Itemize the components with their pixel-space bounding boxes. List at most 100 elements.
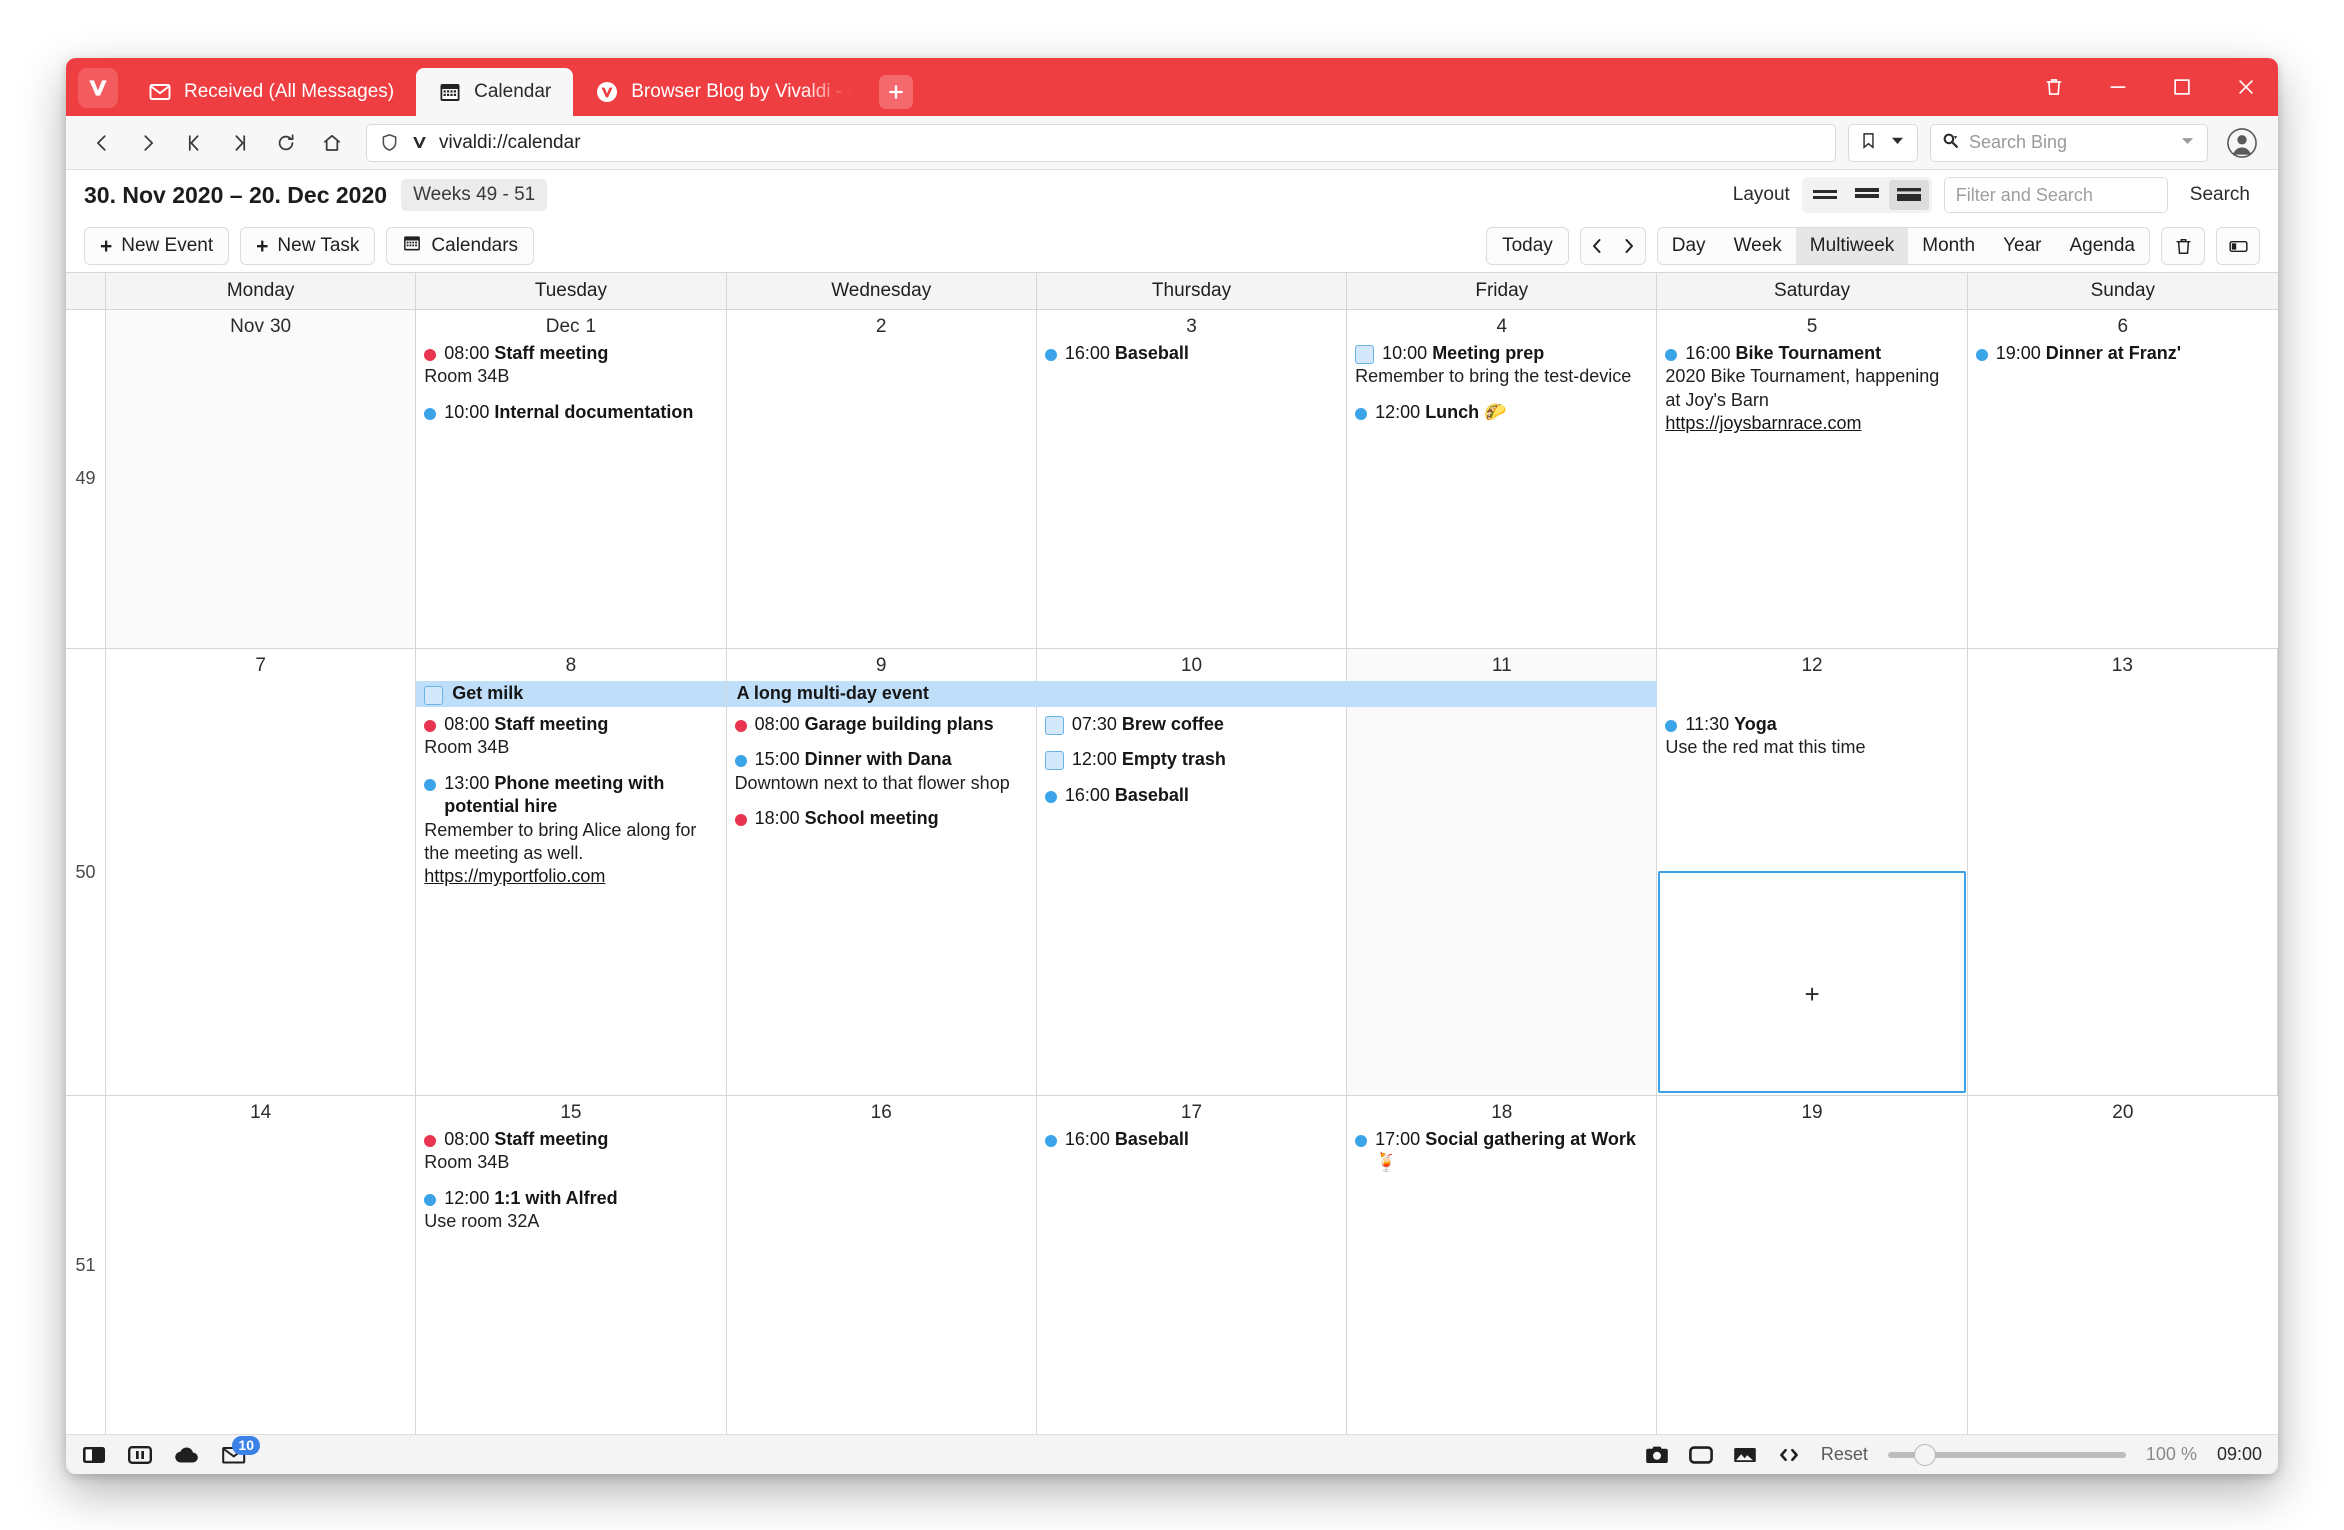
next-icon[interactable] (1613, 228, 1645, 264)
calendars-button[interactable]: Calendars (386, 227, 535, 265)
view-week[interactable]: Week (1720, 228, 1796, 264)
multi-day-event-bar[interactable]: A long multi-day event (726, 680, 1658, 707)
day-cell[interactable]: 3 16:00 Baseball (1036, 310, 1348, 648)
search-button[interactable]: Search (2180, 184, 2260, 206)
today-button[interactable]: Today (1486, 227, 1569, 265)
filter-search-input[interactable]: Filter and Search (1943, 177, 2168, 213)
event-item[interactable]: 16:00 Baseball (1037, 1128, 1346, 1151)
task-checkbox-icon[interactable] (424, 685, 444, 705)
day-cell[interactable]: 15 08:00 Staff meeting Room 34B 12:00 1:1 w… (416, 1096, 727, 1434)
chevron-down-icon[interactable] (1888, 131, 1907, 155)
image-toggle-icon[interactable] (1733, 1445, 1757, 1465)
maximize-icon[interactable] (2150, 58, 2214, 116)
back-icon[interactable] (80, 123, 124, 163)
delete-button[interactable] (2161, 227, 2205, 265)
day-cell[interactable]: 16 (726, 1096, 1037, 1434)
day-cell[interactable]: Nov 30 (106, 310, 417, 648)
task-item[interactable]: 10:00 Meeting prep Remember to bring the … (1347, 342, 1656, 389)
developer-tools-icon[interactable] (1777, 1446, 1801, 1464)
event-item[interactable]: 13:00 Phone meeting with potential hire R… (416, 772, 725, 889)
tab-browser-blog[interactable]: Browser Blog by Vivaldi - N (573, 68, 873, 116)
tiling-icon[interactable] (128, 1445, 152, 1465)
event-item[interactable]: 11:30 Yoga Use the red mat this time (1657, 713, 1966, 760)
bookmark-icon[interactable] (1859, 131, 1878, 155)
task-item[interactable]: 12:00 Empty trash (1037, 748, 1346, 771)
profile-avatar-icon[interactable] (2220, 121, 2264, 165)
view-month[interactable]: Month (1908, 228, 1989, 264)
search-input[interactable]: Search Bing (1930, 123, 2208, 162)
layout-medium-button[interactable] (1847, 180, 1887, 210)
day-cell[interactable]: 18 17:00 Social gathering at Work 🍹 (1347, 1096, 1658, 1434)
day-cell[interactable]: 7 (106, 648, 417, 1096)
tab-calendar[interactable]: Calendar (416, 68, 574, 116)
view-year[interactable]: Year (1989, 228, 2055, 264)
day-cell[interactable]: 12 11:30 Yoga Use the red mat this time + (1657, 648, 1968, 1096)
sync-cloud-icon[interactable] (174, 1446, 200, 1464)
page-actions-icon[interactable] (1688, 1445, 1713, 1465)
task-checkbox-icon[interactable] (1044, 751, 1064, 771)
day-cell[interactable]: 2 (726, 310, 1037, 648)
prev-icon[interactable] (1581, 228, 1613, 264)
task-checkbox-icon[interactable] (1044, 715, 1064, 735)
add-event-plus-icon[interactable]: + (1657, 981, 1966, 1007)
minimize-icon[interactable] (2086, 58, 2150, 116)
event-link[interactable]: https://myportfolio.com (424, 865, 717, 888)
day-cell[interactable]: 11 (1347, 648, 1658, 1096)
task-checkbox-icon[interactable] (1355, 345, 1375, 364)
day-cell[interactable]: 4 10:00 Meeting prep Remember to bring the… (1347, 310, 1658, 648)
rewind-icon[interactable] (172, 123, 216, 163)
event-item[interactable]: 15:00 Dinner with Dana Downtown next to t… (727, 748, 1036, 795)
reload-icon[interactable] (264, 123, 308, 163)
day-cell[interactable]: 6 19:00 Dinner at Franz' (1967, 310, 2278, 648)
zoom-reset-label[interactable]: Reset (1821, 1444, 1868, 1465)
panel-toggle-icon[interactable] (82, 1445, 106, 1465)
day-cell[interactable]: 17 16:00 Baseball (1036, 1096, 1348, 1434)
event-item[interactable]: 19:00 Dinner at Franz' (1968, 342, 2278, 365)
day-cell[interactable]: 8 Get milk 08:00 Staff meeting Room 34B 13:0… (416, 648, 727, 1096)
zoom-slider[interactable] (1887, 1443, 2126, 1466)
day-cell[interactable]: 14 (106, 1096, 417, 1434)
fastforward-icon[interactable] (218, 123, 262, 163)
event-item[interactable]: 18:00 School meeting (727, 807, 1036, 830)
layout-full-button[interactable] (1888, 180, 1929, 210)
event-item[interactable]: 16:00 Bike Tournament 2020 Bike Tournamen… (1657, 342, 1966, 436)
day-cell[interactable]: 19 (1657, 1096, 1968, 1434)
event-link[interactable]: https://joysbarnrace.com (1665, 412, 1958, 435)
view-day[interactable]: Day (1658, 228, 1720, 264)
mail-icon[interactable]: 10 (222, 1435, 260, 1465)
event-item[interactable]: 16:00 Baseball (1037, 784, 1346, 807)
url-field[interactable]: vivaldi://calendar (366, 123, 1836, 162)
day-cell[interactable]: Dec 1 08:00 Staff meeting Room 34B 10:00 Int… (416, 310, 727, 648)
task-item[interactable]: 07:30 Brew coffee (1037, 713, 1346, 736)
chevron-down-icon[interactable] (2178, 131, 2197, 155)
layout-compact-button[interactable] (1805, 180, 1845, 210)
new-task-button[interactable]: + New Task (240, 227, 376, 265)
view-multiweek[interactable]: Multiweek (1795, 228, 1909, 264)
tab-received-all-messages[interactable]: Received (All Messages) (126, 68, 416, 116)
day-cell[interactable]: 10 07:30 Brew coffee 12:00 Empty trash 16:0… (1036, 648, 1348, 1096)
zoom-slider-handle[interactable] (1913, 1443, 1936, 1466)
home-icon[interactable] (310, 123, 354, 163)
search-icon[interactable] (1941, 131, 1960, 155)
close-icon[interactable] (2214, 58, 2278, 116)
panel-toggle-button[interactable] (2216, 227, 2260, 265)
day-cell[interactable]: 5 16:00 Bike Tournament 2020 Bike Tourname… (1657, 310, 1968, 648)
event-item[interactable]: 12:00 1:1 with Alfred Use room 32A (416, 1187, 725, 1234)
event-item[interactable]: 16:00 Baseball (1037, 342, 1346, 365)
trash-icon[interactable] (2022, 58, 2086, 116)
new-event-button[interactable]: + New Event (84, 227, 230, 265)
day-cell[interactable]: 20 (1967, 1096, 2278, 1434)
event-item[interactable]: 17:00 Social gathering at Work 🍹 (1347, 1128, 1656, 1175)
day-cell[interactable]: 13 (1967, 648, 2278, 1096)
capture-icon[interactable] (1645, 1445, 1669, 1465)
event-item[interactable]: 08:00 Garage building plans (727, 713, 1036, 736)
forward-icon[interactable] (126, 123, 170, 163)
new-tab-button[interactable] (879, 75, 914, 109)
day-cell[interactable]: 9 08:00 Garage building plans 15:00 Dinner… (726, 648, 1037, 1096)
view-agenda[interactable]: Agenda (2055, 228, 2149, 264)
vivaldi-logo-icon[interactable] (78, 68, 118, 108)
event-item[interactable]: 08:00 Staff meeting Room 34B (416, 342, 725, 389)
event-item[interactable]: 08:00 Staff meeting Room 34B (416, 713, 725, 760)
event-item[interactable]: 08:00 Staff meeting Room 34B (416, 1128, 725, 1175)
bookmark-controls[interactable] (1848, 123, 1918, 162)
